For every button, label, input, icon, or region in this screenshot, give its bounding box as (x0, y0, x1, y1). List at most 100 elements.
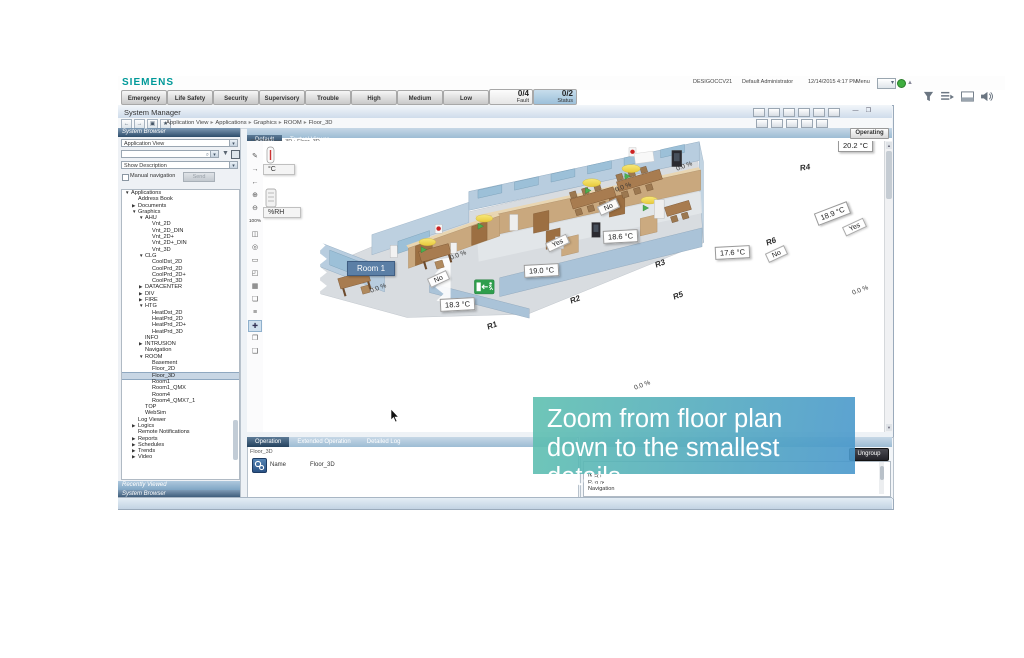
property-value[interactable]: Floor_3D (310, 462, 335, 468)
forward-tool[interactable]: → (248, 164, 262, 176)
minimize-icon[interactable]: — (851, 107, 860, 115)
breadcrumb-right-icons (756, 119, 828, 128)
view-icon[interactable] (816, 119, 828, 128)
air-percent-label[interactable]: 0.0 % (614, 181, 632, 193)
fit-width-tool[interactable]: ◫ (248, 229, 262, 241)
layout-icon[interactable] (768, 108, 780, 117)
temperature-label[interactable]: 20.2 °C (838, 141, 873, 152)
gears-icon[interactable] (252, 458, 267, 473)
air-percent-label[interactable]: 0.0 % (675, 160, 693, 172)
air-percent-label[interactable]: 0.0 % (633, 379, 651, 391)
presence-tag[interactable]: No (597, 198, 620, 216)
tree-item-video[interactable]: ▶Video (122, 454, 239, 460)
view-icon[interactable] (801, 119, 813, 128)
status-button-low[interactable]: Low (443, 90, 489, 105)
zoom-region-tool[interactable]: ◰ (248, 268, 262, 280)
align-tool[interactable]: ≡ (248, 307, 262, 319)
layout-icon[interactable] (828, 108, 840, 117)
presence-tag[interactable]: No (765, 245, 788, 263)
room-door-label[interactable]: R4 (800, 162, 810, 173)
status-button-medium[interactable]: Medium (397, 90, 443, 105)
status-counter[interactable]: 0/2 Status (533, 89, 577, 105)
room1-badge[interactable]: Room 1 (347, 261, 395, 276)
back-tool[interactable]: ← (248, 177, 262, 189)
layout-icon[interactable] (798, 108, 810, 117)
layout-icon[interactable] (753, 108, 765, 117)
speaker-icon[interactable] (981, 91, 993, 102)
menu-label[interactable]: Menu (856, 79, 870, 85)
recently-viewed-header[interactable]: Recently Viewed (118, 481, 240, 490)
temperature-label[interactable]: 19.0 °C (524, 263, 560, 278)
filter-icon[interactable]: ▼ (222, 150, 229, 157)
tree-right-icon[interactable]: ▶ (132, 454, 138, 460)
presence-tag[interactable]: Yes (545, 234, 570, 253)
fault-counter[interactable]: 0/4 Fault (489, 89, 533, 105)
edit-tool[interactable]: ✎ (248, 151, 262, 163)
breadcrumb-item[interactable]: Floor_3D (309, 120, 333, 126)
temperature-label[interactable]: 18.3 °C (440, 297, 476, 312)
pane-icon[interactable] (961, 91, 974, 102)
status-button-security[interactable]: Security (213, 90, 259, 105)
layout-icon[interactable] (783, 108, 795, 117)
view-icon[interactable] (756, 119, 768, 128)
air-percent-label[interactable]: 0.0 % (851, 284, 869, 296)
description-selector[interactable]: Show Description▾ (121, 161, 238, 169)
floorplan-canvas[interactable]: °C %RH 0.0 %0.0 %0.0 %0.0 %0.0 %0.0 %18.… (263, 141, 884, 432)
ungroup-button[interactable]: Ungroup (849, 448, 889, 461)
pan-tool[interactable]: ✚ (248, 320, 262, 332)
manual-navigation-checkbox[interactable] (122, 174, 129, 181)
restore-icon[interactable]: ❐ (864, 107, 873, 115)
event-list-icon[interactable] (941, 91, 954, 102)
print-tool[interactable]: ❑ (248, 346, 262, 358)
presence-tag[interactable]: No (427, 270, 450, 288)
related-list-scrollbar[interactable] (879, 462, 884, 494)
save-icon[interactable] (231, 150, 240, 159)
system-browser-header[interactable]: System Browser (118, 128, 240, 137)
zoom-out-tool[interactable]: ⊖ (248, 203, 262, 215)
zoom-in-tool[interactable]: ⊕ (248, 190, 262, 202)
status-button-high[interactable]: High (351, 90, 397, 105)
copy-view-tool[interactable]: ❐ (248, 333, 262, 345)
filter-icon[interactable] (923, 91, 934, 102)
temperature-label[interactable]: 17.6 °C (715, 245, 751, 260)
view-icon[interactable] (786, 119, 798, 128)
grid-tool[interactable]: ▦ (248, 281, 262, 293)
room-door-label[interactable]: R6 (765, 235, 777, 247)
send-button[interactable]: Send (183, 172, 215, 182)
tree-scrollbar[interactable] (233, 420, 238, 460)
breadcrumb-item[interactable]: Graphics (254, 120, 277, 126)
status-button-emergency[interactable]: Emergency (121, 90, 167, 105)
room-door-label[interactable]: R1 (486, 319, 498, 331)
status-button-supervisory[interactable]: Supervisory (259, 90, 305, 105)
rect-select-tool[interactable]: ▭ (248, 255, 262, 267)
air-percent-label[interactable]: 0.0 % (449, 249, 467, 261)
room-door-label[interactable]: R5 (672, 289, 684, 301)
breadcrumb-item[interactable]: Applications (215, 120, 246, 126)
temperature-label[interactable]: 18.6 °C (603, 229, 639, 244)
room-door-label[interactable]: R3 (654, 257, 666, 269)
header-tray-icons (923, 90, 1005, 103)
status-button-trouble[interactable]: Trouble (305, 90, 351, 105)
layers-tool[interactable]: ❏ (248, 294, 262, 306)
tab-operation[interactable]: Operation (247, 437, 289, 447)
zoom-level[interactable]: 100% (248, 216, 262, 228)
tab-extended-operation[interactable]: Extended Operation (289, 437, 358, 447)
breadcrumb-item[interactable]: Application View (166, 120, 208, 126)
breadcrumb[interactable]: Application View▸Applications▸Graphics▸R… (166, 120, 332, 126)
breadcrumb-item[interactable]: ROOM (284, 120, 302, 126)
presence-tag[interactable]: Yes (842, 218, 867, 237)
operating-button[interactable]: Operating (850, 128, 889, 139)
air-percent-label[interactable]: 0.0 % (369, 282, 387, 294)
temperature-label[interactable]: 18.9 °C (814, 201, 851, 226)
collapse-header-icon[interactable]: ▲ (907, 80, 913, 86)
canvas-scrollbar[interactable]: ▲ ▼ (884, 141, 893, 432)
view-icon[interactable] (771, 119, 783, 128)
tab-detailed-log[interactable]: Detailed Log (359, 437, 409, 447)
status-button-life-safety[interactable]: Life Safety (167, 90, 213, 105)
search-input[interactable]: ⌕ ▾ (121, 150, 219, 158)
room-door-label[interactable]: R2 (569, 293, 581, 305)
menu-dropdown[interactable]: ▾ (877, 78, 896, 89)
view-selector[interactable]: Application View▾ (121, 139, 238, 147)
target-zoom-tool[interactable]: ◎ (248, 242, 262, 254)
layout-icon[interactable] (813, 108, 825, 117)
